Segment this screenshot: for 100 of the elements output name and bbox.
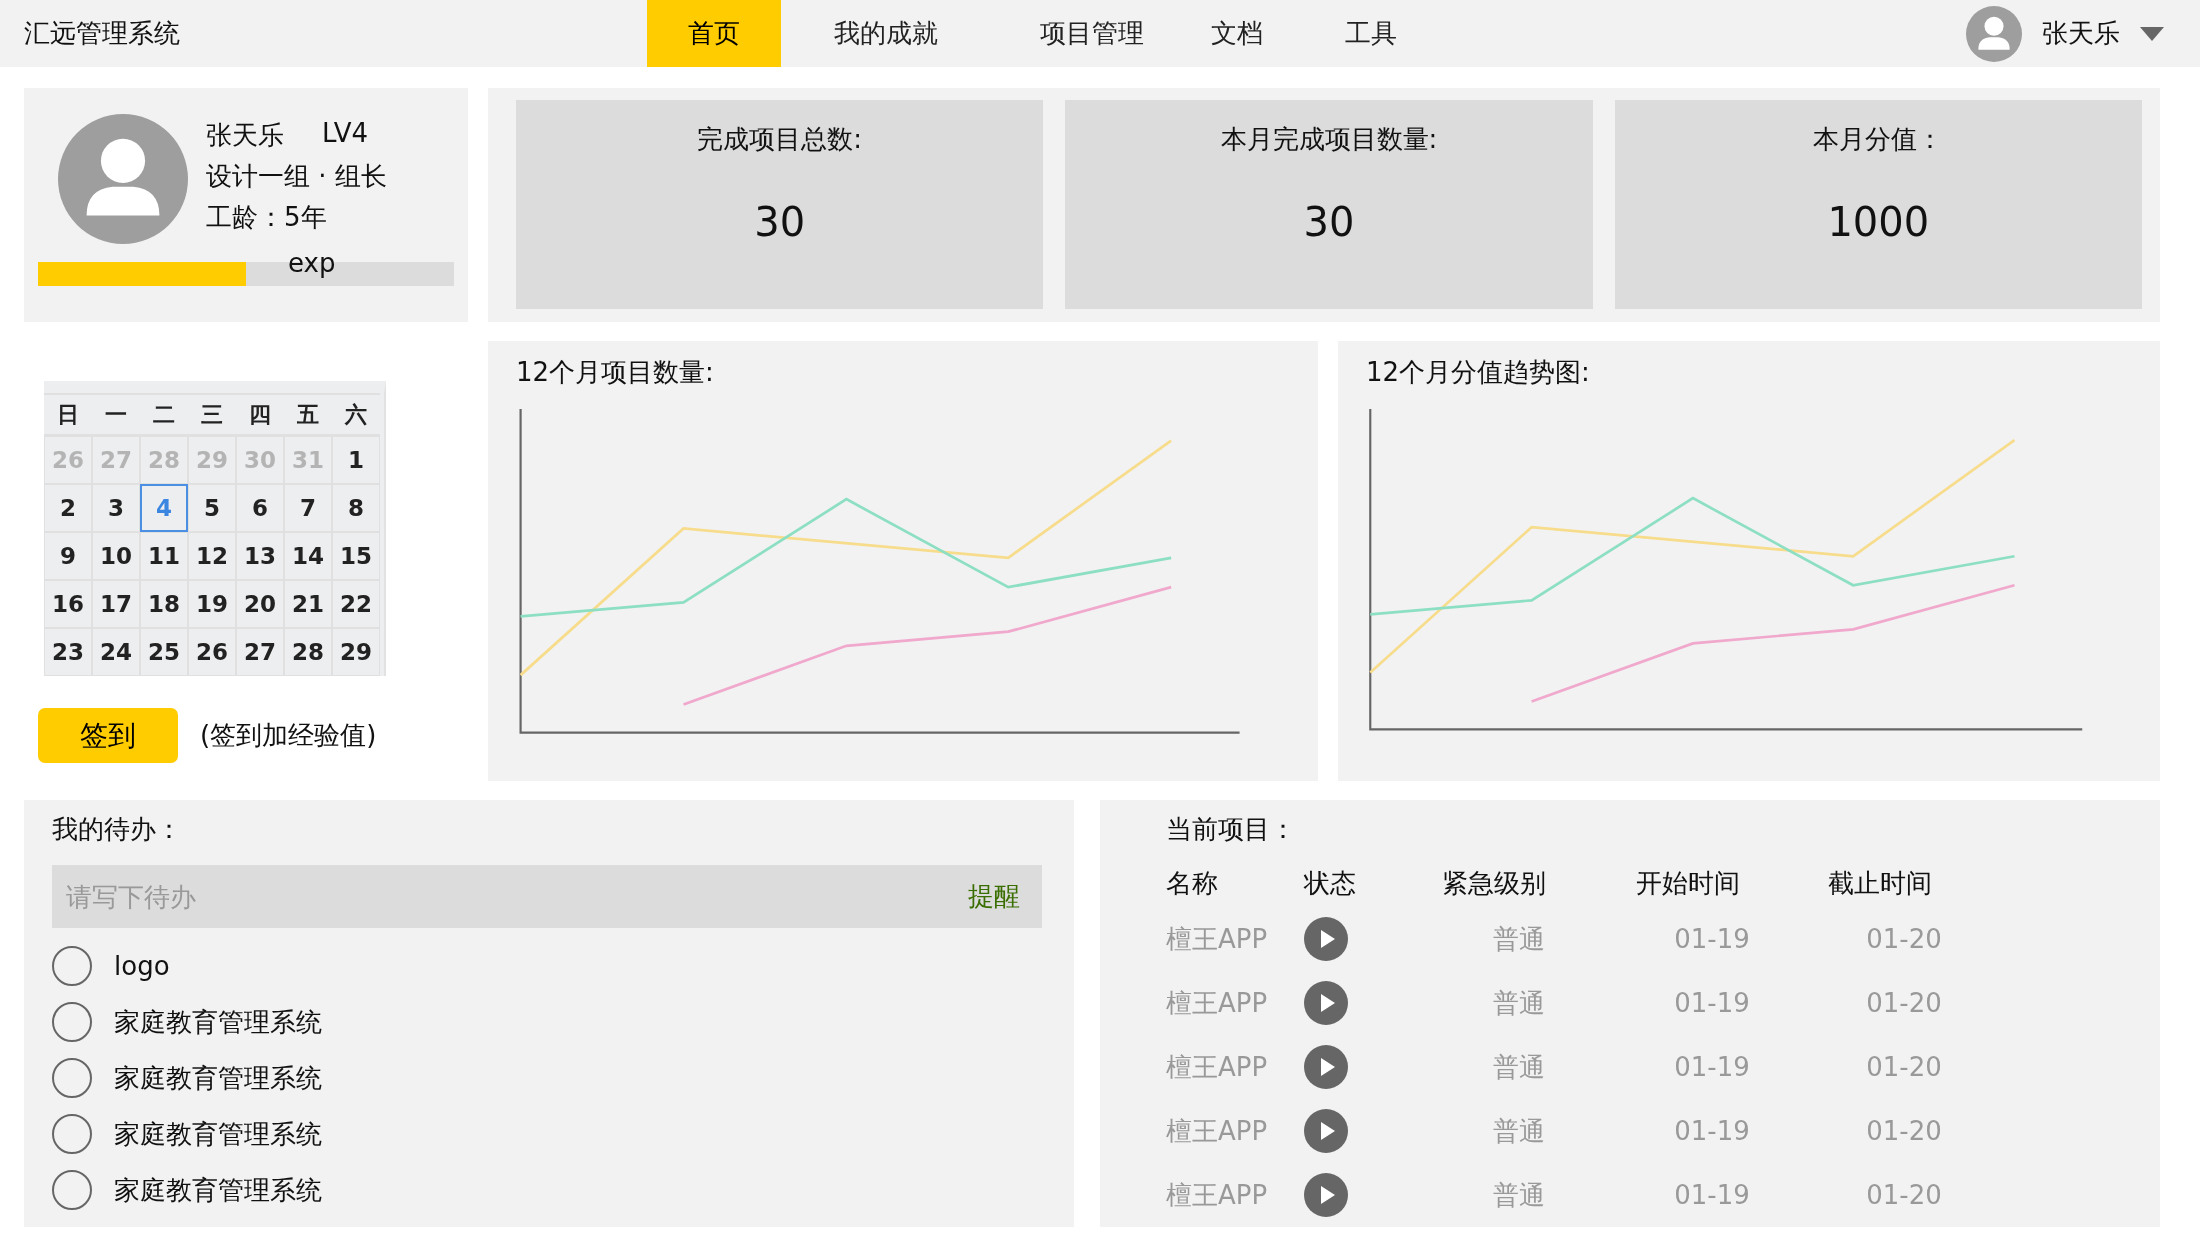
weekday-label: 三 [188, 393, 236, 436]
stat-value: 30 [754, 199, 806, 245]
todo-radio[interactable] [52, 1002, 92, 1042]
start-date: 01-19 [1673, 1179, 1751, 1212]
column-header: 紧急级别 [1442, 866, 1547, 900]
calendar-day[interactable]: 7 [284, 484, 332, 532]
column-header: 开始时间 [1636, 866, 1741, 900]
projects-title: 当前项目： [1166, 813, 1297, 846]
calendar-day[interactable]: 10 [92, 532, 140, 580]
remind-button[interactable]: 提醒 [958, 865, 1042, 928]
todo-input-field[interactable]: 请写下待办 [52, 865, 958, 928]
start-date: 01-19 [1673, 987, 1751, 1020]
start-date: 01-19 [1673, 1115, 1751, 1148]
todo-radio[interactable] [52, 1058, 92, 1098]
stat-value: 1000 [1827, 199, 1930, 245]
calendar-day[interactable]: 6 [236, 484, 284, 532]
calendar-day[interactable]: 3 [92, 484, 140, 532]
stat-value: 30 [1303, 199, 1355, 245]
priority-cell-text: 普通 [1492, 1114, 1546, 1148]
calendar-day[interactable]: 16 [44, 580, 92, 628]
end-date: 01-20 [1865, 1115, 1943, 1148]
stat-label: 完成项目总数: [697, 123, 863, 156]
calendar-day[interactable]: 8 [332, 484, 380, 532]
calendar-day[interactable]: 1 [332, 436, 380, 484]
calendar-day[interactable]: 5 [188, 484, 236, 532]
weekday-label: 日 [44, 393, 92, 436]
nav-tab[interactable]: 项目管理 [1014, 0, 1170, 67]
end-date: 01-20 [1865, 1179, 1943, 1212]
play-icon[interactable] [1304, 1109, 1348, 1153]
nav-tab[interactable]: 工具 [1304, 0, 1438, 67]
nav-tab[interactable]: 文档 [1170, 0, 1304, 67]
weekday-label: 五 [284, 393, 332, 436]
level-label: LV4 [322, 118, 368, 150]
calendar-day[interactable]: 20 [236, 580, 284, 628]
todo-title: 我的待办： [52, 813, 183, 846]
calendar-day[interactable]: 12 [188, 532, 236, 580]
calendar-day[interactable]: 19 [188, 580, 236, 628]
calendar-day[interactable]: 24 [92, 628, 140, 676]
calendar-day[interactable]: 2 [44, 484, 92, 532]
chart-title: 12个月项目数量: [515, 356, 715, 389]
calendar-day[interactable]: 22 [332, 580, 380, 628]
column-header: 状态 [1304, 866, 1357, 900]
project-name: 檀王APP [1166, 922, 1269, 956]
user-avatar-icon [1966, 5, 2022, 62]
column-header: 名称 [1166, 866, 1219, 900]
todo-radio[interactable] [52, 1170, 92, 1210]
project-name: 檀王APP [1166, 986, 1269, 1020]
todo-radio[interactable] [52, 946, 92, 986]
play-icon[interactable] [1304, 1045, 1348, 1089]
profile-name: 张天乐 [206, 119, 284, 152]
calendar-day[interactable]: 23 [44, 628, 92, 676]
calendar-day[interactable]: 28 [284, 628, 332, 676]
weekday-label: 四 [236, 393, 284, 436]
nav-tab[interactable]: 我的成就 [808, 0, 964, 67]
calendar-day[interactable]: 11 [140, 532, 188, 580]
todo-text: 家庭教育管理系统 [114, 1005, 322, 1039]
calendar-day[interactable]: 14 [284, 532, 332, 580]
profile-avatar-icon [58, 114, 188, 244]
tenure: 工龄：5年 [206, 201, 328, 234]
team-role: 设计一组 · 组长 [206, 160, 387, 193]
project-name: 檀王APP [1166, 1114, 1269, 1148]
caret-icon[interactable] [2140, 26, 2164, 41]
nav-tab[interactable]: 首页 [647, 0, 781, 67]
weekday-label: 一 [92, 393, 140, 436]
end-date: 01-20 [1865, 987, 1943, 1020]
priority-cell-text: 普通 [1492, 1178, 1546, 1212]
user-name[interactable]: 张天乐 [2042, 16, 2120, 51]
project-name: 檀王APP [1166, 1178, 1269, 1212]
calendar-day[interactable]: 13 [236, 532, 284, 580]
calendar-day[interactable]: 17 [92, 580, 140, 628]
calendar-day[interactable]: 15 [332, 532, 380, 580]
priority-cell-text: 普通 [1492, 922, 1546, 956]
calendar-day[interactable]: 25 [140, 628, 188, 676]
calendar-day[interactable]: 26 [188, 628, 236, 676]
app-title: 汇远管理系统 [24, 17, 181, 50]
priority-cell-text: 普通 [1492, 1050, 1546, 1084]
calendar-day[interactable]: 9 [44, 532, 92, 580]
calendar-day[interactable]: 21 [284, 580, 332, 628]
weekday-label: 六 [332, 393, 380, 436]
project-name: 檀王APP [1166, 1050, 1269, 1084]
end-date: 01-20 [1865, 923, 1943, 956]
start-date: 01-19 [1673, 923, 1751, 956]
play-icon[interactable] [1304, 917, 1348, 961]
todo-text: logo [114, 951, 170, 981]
play-icon[interactable] [1304, 981, 1348, 1025]
chart-title: 12个月分值趋势图: [1365, 356, 1591, 389]
todo-text: 家庭教育管理系统 [114, 1173, 322, 1207]
todo-radio[interactable] [52, 1114, 92, 1154]
column-header: 截止时间 [1828, 866, 1933, 900]
stat-label: 本月分值： [1813, 123, 1944, 156]
end-date: 01-20 [1865, 1051, 1943, 1084]
check-in-note: (签到加经验值) [200, 719, 377, 752]
check-in-button[interactable]: 签到 [38, 708, 178, 763]
exp-label: exp [288, 248, 336, 278]
calendar-day[interactable]: 27 [236, 628, 284, 676]
stat-label: 本月完成项目数量: [1220, 123, 1438, 156]
calendar-day[interactable]: 29 [332, 628, 380, 676]
calendar-day[interactable]: 18 [140, 580, 188, 628]
play-icon[interactable] [1304, 1173, 1348, 1217]
todo-text: 家庭教育管理系统 [114, 1117, 322, 1151]
